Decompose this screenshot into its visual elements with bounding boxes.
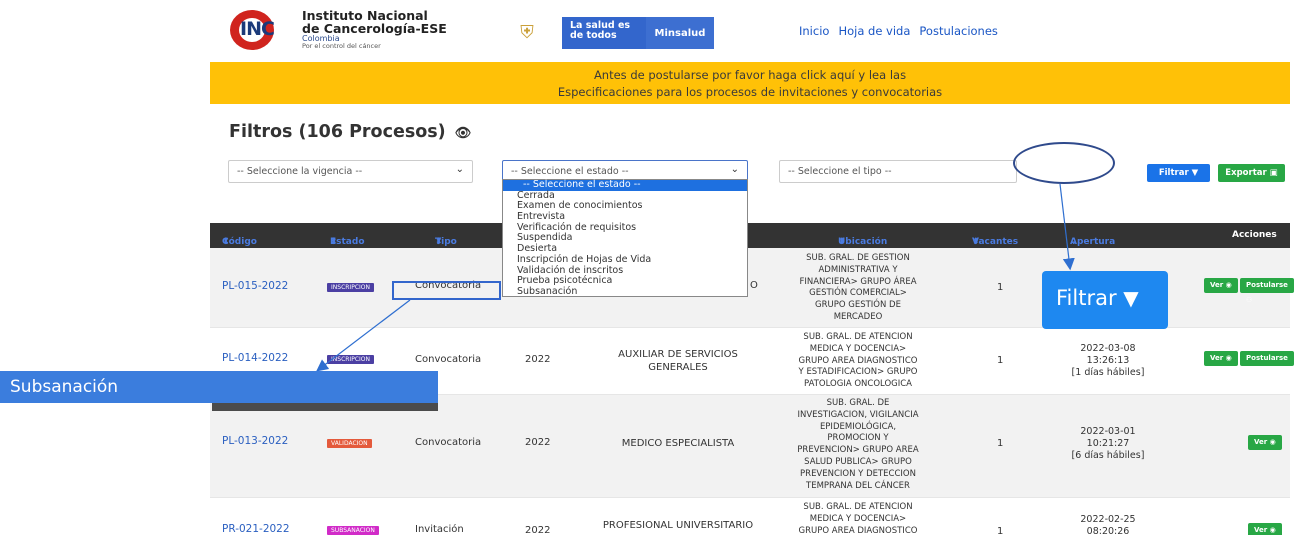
row-tipo: Convocatoria — [415, 354, 482, 365]
highlight-ellipse — [1013, 142, 1115, 184]
postularse-button-label: Postularse — [1246, 354, 1288, 362]
filter-icon: ▼ — [1191, 168, 1199, 178]
estado-option[interactable]: Inscripción de Hojas de Vida — [503, 254, 747, 266]
row-vigencia: 2022 — [525, 525, 551, 535]
row-cargo: AUXILIAR DE SERVICIOS GENERALES — [618, 349, 738, 373]
sort-icon: ⬍ — [435, 237, 443, 247]
logo-line4: Por el control del cáncer — [302, 42, 381, 51]
filter-icon: ▼ — [1123, 286, 1139, 310]
sort-desc-icon: ⌄ — [1070, 237, 1078, 247]
row-codigo[interactable]: PL-013-2022 — [222, 435, 288, 447]
ver-button[interactable]: Ver ◉ — [1204, 278, 1238, 293]
subsanacion-callout: Subsanación — [0, 371, 438, 403]
row-codigo[interactable]: PR-021-2022 — [222, 523, 290, 535]
ver-button-label: Ver — [1254, 526, 1268, 534]
salud-logo: La salud es de todos — [562, 17, 646, 49]
row-ubicacion: SUB. GRAL. DE ATENCION MEDICA Y DOCENCIA>… — [798, 332, 918, 390]
eye-icon[interactable]: 👁 — [455, 126, 472, 141]
gov-logo: ⛨ La salud es de todos Minsalud — [512, 17, 714, 49]
tipo-select-value: -- Seleccione el tipo -- — [788, 166, 892, 177]
nav-inicio[interactable]: Inicio — [799, 24, 829, 38]
row-vigencia: 2022 — [525, 437, 551, 448]
highlight-rectangle — [392, 281, 501, 300]
ver-button-label: Ver — [1254, 438, 1268, 446]
minsalud-logo: Minsalud — [646, 17, 714, 49]
top-nav: Inicio Hoja de vida Postulaciones — [799, 24, 998, 38]
table-row: PR-021-2022 SUBSANACION Invitación 2022 … — [210, 498, 1290, 535]
filters-title-text: Filtros (106 Procesos) — [229, 122, 446, 142]
eye-icon: ◉ — [1269, 438, 1276, 446]
row-vacantes: 1 — [997, 355, 1004, 366]
exportar-button[interactable]: Exportar ▣ — [1218, 164, 1285, 182]
row-vacantes: 1 — [997, 438, 1004, 449]
row-tipo: Convocatoria — [415, 437, 482, 448]
row-apertura: 2022-03-08 13:26:13 [1 días hábiles] — [1071, 343, 1145, 378]
banner-line2: Especificaciones para los procesos de in… — [557, 85, 943, 99]
user-plus-icon: ⚇ — [1246, 296, 1253, 304]
row-codigo[interactable]: PL-014-2022 — [222, 352, 288, 364]
row-ubicacion: SUB. GRAL. DE ATENCION MEDICA Y DOCENCIA>… — [798, 502, 918, 535]
colombia-shield-icon: ⛨ — [520, 22, 534, 43]
ver-button[interactable]: Ver ◉ — [1204, 351, 1238, 366]
ver-button[interactable]: Ver ◉ — [1248, 435, 1282, 450]
filtrar-callout-label: Filtrar — [1056, 286, 1117, 310]
export-icon: ▣ — [1269, 168, 1278, 178]
row-cargo: O — [750, 280, 758, 291]
eye-icon: ◉ — [1225, 281, 1232, 289]
status-badge: INSCRIPCION — [327, 283, 374, 292]
row-cargo: PROFESIONAL UNIVERSITARIO — [602, 520, 754, 531]
chevron-down-icon: ⌄ — [455, 164, 464, 175]
estado-dropdown-list[interactable]: -- Seleccione el estado -- Cerrada Exame… — [502, 179, 748, 297]
ver-button[interactable]: Ver ◉ — [1248, 523, 1282, 535]
row-vacantes: 1 — [997, 526, 1004, 535]
row-ubicacion: SUB. GRAL. DE INVESTIGACION, VIGILANCIA EP… — [797, 398, 919, 491]
row-tipo: Invitación — [415, 524, 464, 535]
eye-icon: ◉ — [1225, 354, 1232, 362]
row-apertura: 2022-03-01 10:21:27 [6 días hábiles] — [1071, 426, 1145, 461]
postularse-button[interactable]: Postularse ⚇ — [1240, 351, 1294, 377]
row-codigo[interactable]: PL-015-2022 — [222, 280, 288, 292]
postularse-button-label: Postularse — [1246, 281, 1288, 289]
table-header: Código ⬍ Estado ⬍ Tipo ⬍ Ubicación ⬍ Vac… — [210, 223, 1290, 248]
estado-option[interactable]: Subsanación — [503, 286, 747, 298]
status-badge: VALIDACION — [327, 439, 372, 448]
estado-select-value: -- Seleccione el estado -- — [511, 166, 629, 177]
sort-icon: ⬍ — [838, 237, 846, 247]
sort-icon: ⬍ — [972, 237, 980, 247]
tipo-select[interactable]: -- Seleccione el tipo -- — [779, 160, 1017, 183]
col-acciones: Acciones — [1232, 230, 1277, 240]
filtrar-button-label: Filtrar — [1158, 168, 1189, 178]
status-badge: INSCRIPCION — [327, 355, 374, 364]
sort-icon: ⬍ — [330, 237, 338, 247]
filters-title: Filtros (106 Procesos) 👁 — [229, 122, 471, 142]
subsanacion-callout-label: Subsanación — [10, 377, 119, 397]
info-banner[interactable]: Antes de postularse por favor haga click… — [210, 62, 1290, 104]
nav-postulaciones[interactable]: Postulaciones — [919, 24, 998, 38]
postularse-button[interactable]: Postularse ⚇ — [1240, 278, 1294, 304]
ver-button-label: Ver — [1210, 281, 1224, 289]
ver-button-label: Ver — [1210, 354, 1224, 362]
filtrar-callout: Filtrar ▼ — [1042, 271, 1168, 329]
row-vigencia: 2022 — [525, 354, 551, 365]
banner-line1: Antes de postularse por favor haga click… — [593, 68, 907, 82]
vigencia-select[interactable]: -- Seleccione la vigencia -- ⌄ — [228, 160, 473, 183]
inc-logo[interactable]: INC Instituto Nacional de Cancerología-E… — [230, 10, 447, 50]
inc-logo-mark: INC — [230, 10, 300, 50]
row-apertura: 2022-02-25 08:20:26 — [1080, 514, 1136, 535]
site-header: INC Instituto Nacional de Cancerología-E… — [210, 0, 1290, 62]
row-cargo: MEDICO ESPECIALISTA — [621, 438, 735, 449]
row-vacantes: 1 — [997, 282, 1004, 293]
vigencia-select-value: -- Seleccione la vigencia -- — [237, 166, 363, 177]
exportar-button-label: Exportar — [1225, 168, 1267, 178]
sort-icon: ⬍ — [222, 237, 230, 247]
nav-hoja-de-vida[interactable]: Hoja de vida — [838, 24, 910, 38]
user-plus-icon: ⚇ — [1246, 369, 1253, 377]
chevron-down-icon: ⌄ — [730, 164, 739, 175]
callout-shadow — [212, 403, 438, 411]
filtrar-button[interactable]: Filtrar ▼ — [1147, 164, 1210, 182]
eye-icon: ◉ — [1269, 526, 1276, 534]
row-ubicacion: SUB. GRAL. DE GESTION ADMINISTRATIVA Y FIN… — [799, 253, 917, 322]
status-badge: SUBSANACION — [327, 526, 379, 535]
